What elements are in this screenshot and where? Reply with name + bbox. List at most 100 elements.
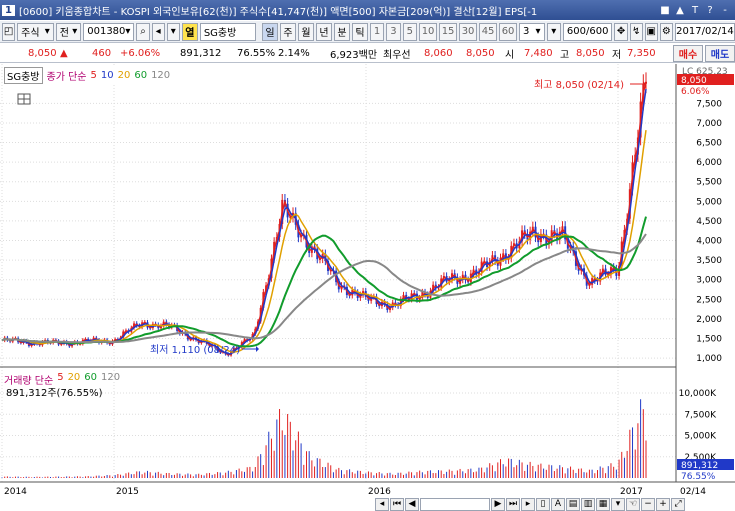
- period-day-button[interactable]: 일: [261, 22, 278, 41]
- window-title: [0600] 키움종합차트 - KOSPI 외국인보유[62(천)] 주식수[4…: [18, 6, 538, 18]
- chart-scroll-controls: ◂ ⏮ ◀ ▶ ⏭ ▸ ▯ A ▤ ▥ ▦ ▾ ☜ − + ⤢: [375, 497, 735, 511]
- chevron-down-icon: ▾: [44, 26, 50, 37]
- price-tick-label: 7,000: [696, 119, 722, 129]
- interval-45-button[interactable]: 45: [479, 22, 498, 41]
- moving-average-lines: [1, 82, 647, 356]
- scroll-last-icon[interactable]: ⏭: [506, 497, 520, 511]
- x-tick-label: 2015: [116, 487, 139, 497]
- period-month-button[interactable]: 월: [297, 22, 314, 41]
- stock-group-button[interactable]: 열: [181, 22, 198, 41]
- price-tick-label: 6,500: [696, 139, 722, 149]
- scroll-track[interactable]: [420, 497, 490, 511]
- ma-5-line: [1, 82, 647, 356]
- low-arrow-head: [256, 346, 259, 352]
- interval-10-button[interactable]: 10: [419, 22, 438, 41]
- scroll-first-icon[interactable]: ⏮: [390, 497, 404, 511]
- text-icon[interactable]: A: [551, 497, 565, 511]
- screen-number: 1: [2, 4, 15, 16]
- best-bid: 8,050: [466, 47, 495, 59]
- price-tick-label: 4,000: [696, 237, 722, 247]
- text-tool-icon[interactable]: T: [689, 5, 701, 16]
- stock-name-field: SG충방: [199, 22, 256, 41]
- zoom-out-icon[interactable]: −: [641, 497, 655, 511]
- speaker-icon[interactable]: ◂: [151, 22, 165, 41]
- change-flag-text: 6.06%: [681, 87, 710, 97]
- interval-1-button[interactable]: 1: [369, 22, 385, 41]
- x-tick-label: 2017: [620, 487, 643, 497]
- high-annotation: 최고 8,050 (02/14): [534, 79, 624, 91]
- scroll-prev-icon[interactable]: ◀: [405, 497, 419, 511]
- chevron-down-icon[interactable]: ▾: [166, 22, 180, 41]
- chevron-down-icon: ▾: [535, 26, 541, 37]
- price-change: 460: [92, 47, 112, 59]
- price-tick-label: 2,000: [696, 315, 722, 325]
- prefix-label: 전: [59, 28, 69, 39]
- scroll-left-icon[interactable]: ◂: [375, 497, 389, 511]
- data-count: 600: [566, 26, 586, 37]
- help-icon[interactable]: ?: [704, 5, 716, 16]
- low-annotation: 최저 1,110 (08/24): [150, 344, 240, 356]
- period-tick-button[interactable]: 틱: [351, 22, 368, 41]
- chevron-down-icon[interactable]: ▾: [611, 497, 625, 511]
- price-tick-label: 5,000: [696, 197, 722, 207]
- price-legend: SG충방 종가 단순 5 10 20 60 120: [4, 67, 171, 84]
- interval-60-button[interactable]: 60: [499, 22, 518, 41]
- date-field[interactable]: 2017/02/14: [674, 22, 735, 41]
- x-tick-label: 2016: [368, 487, 391, 497]
- market-label: 주식: [21, 28, 40, 39]
- change-percent: +6.06%: [120, 47, 161, 59]
- gear-icon[interactable]: ⚙: [659, 22, 673, 41]
- fit-icon[interactable]: ⤢: [671, 497, 685, 511]
- layout-icon[interactable]: ▦: [596, 497, 610, 511]
- buy-button[interactable]: 매수: [673, 45, 703, 62]
- minimize-icon[interactable]: -: [719, 5, 731, 16]
- search-icon[interactable]: ⌕: [136, 22, 150, 41]
- high-price: 8,050: [576, 47, 605, 59]
- stock-legend-name[interactable]: SG충방: [4, 67, 43, 84]
- price-tick-label: 4,500: [696, 217, 722, 227]
- hand-icon[interactable]: ☜: [626, 497, 640, 511]
- chart-type-icon[interactable]: ▯: [536, 497, 550, 511]
- chevron-down-icon: ▾: [125, 26, 131, 37]
- chevron-down-icon[interactable]: ▾: [546, 22, 561, 41]
- data-count-field[interactable]: 600/600: [562, 22, 613, 41]
- period-year-button[interactable]: 년: [315, 22, 332, 41]
- chevron-down-icon: ▾: [72, 26, 78, 37]
- crosshair-icon[interactable]: ✥: [614, 22, 628, 41]
- tool-icon[interactable]: ↯: [629, 22, 643, 41]
- volume-bars: [1, 399, 647, 478]
- interval-15-button[interactable]: 15: [439, 22, 458, 41]
- stock-code-input[interactable]: 001380 ▾: [83, 22, 135, 41]
- period-minute-button[interactable]: 분: [333, 22, 350, 41]
- x-axis-right-label: 02/14: [680, 487, 706, 497]
- ma-60-line: [1, 216, 647, 348]
- split-view-icon[interactable]: ▥: [581, 497, 595, 511]
- volume-tick-label: 7,500K: [684, 410, 717, 420]
- price-volume-chart[interactable]: 7,500 7,000 6,500 6,000 5,500 5,000 4,500 4,000…: [0, 64, 735, 511]
- zoom-in-icon[interactable]: +: [656, 497, 670, 511]
- volume-value-label: 891,312주(76.55%): [6, 388, 103, 399]
- custom-interval-select[interactable]: 3 ▾: [519, 22, 545, 41]
- ma-20-label: 20: [117, 70, 131, 81]
- axis-labels: 7,500 7,000 6,500 6,000 5,500 5,000 4,500 4,000…: [4, 99, 722, 497]
- menu-icon[interactable]: ◰: [2, 22, 16, 41]
- window-control-icon[interactable]: ▲: [674, 5, 686, 16]
- interval-3-button[interactable]: 3: [386, 22, 401, 41]
- prefix-select[interactable]: 전 ▾: [55, 22, 82, 41]
- price-legend-label: 종가 단순: [46, 72, 87, 83]
- interval-30-button[interactable]: 30: [459, 22, 478, 41]
- window-control-icon[interactable]: ■: [659, 5, 671, 16]
- save-icon[interactable]: ▣: [644, 22, 658, 41]
- stock-code-value: 001380: [87, 26, 126, 37]
- best-ask-label: 최우선: [383, 49, 411, 61]
- scroll-right-icon[interactable]: ▸: [521, 497, 535, 511]
- period-week-button[interactable]: 주: [279, 22, 296, 41]
- window-titlebar: 1 [0600] 키움종합차트 - KOSPI 외국인보유[62(천)] 주식수…: [0, 0, 735, 20]
- market-select[interactable]: 주식 ▾: [17, 22, 54, 41]
- open-label: 시: [505, 49, 515, 61]
- scroll-next-icon[interactable]: ▶: [491, 497, 505, 511]
- ma-60-label: 60: [134, 70, 148, 81]
- ruler-icon[interactable]: ▤: [566, 497, 580, 511]
- interval-5-button[interactable]: 5: [402, 22, 418, 41]
- sell-button[interactable]: 매도: [705, 45, 735, 62]
